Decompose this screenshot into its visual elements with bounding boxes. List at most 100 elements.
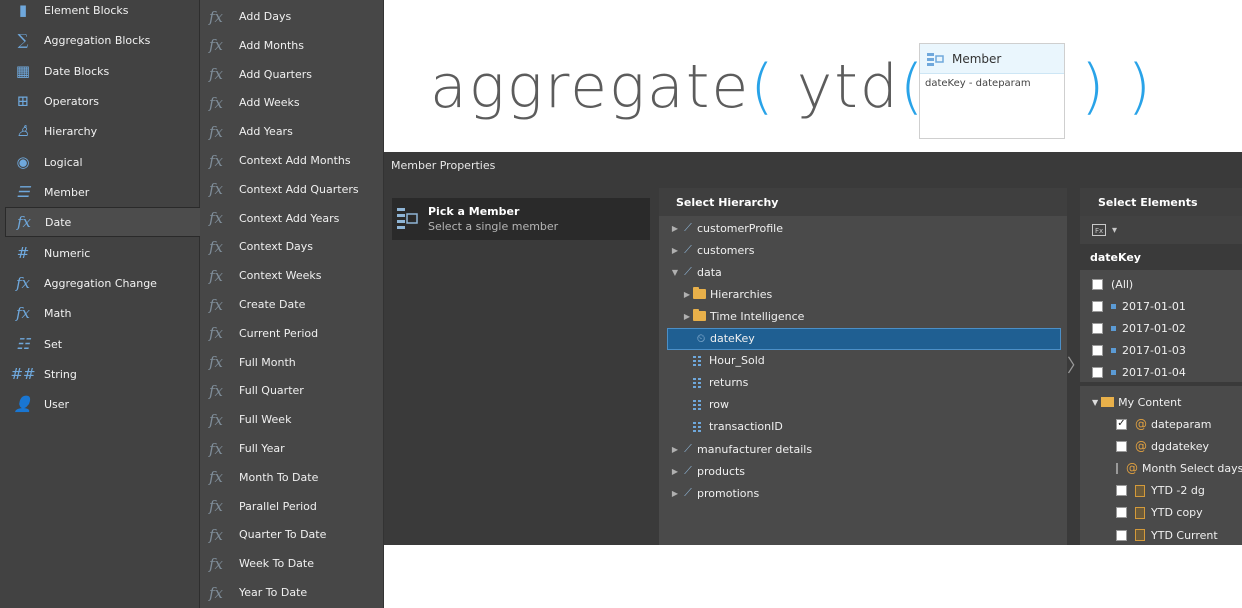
function-item-create-date[interactable]: fx Create Date	[200, 290, 384, 319]
category-item-string[interactable]: ## String	[0, 359, 200, 389]
element-item[interactable]: ✓ @ dateparam	[1080, 413, 1242, 435]
tree-node-datekey[interactable]: ⏲ dateKey	[667, 327, 1061, 350]
tree-node-transactionid[interactable]: transactionID	[659, 416, 1061, 438]
function-label: Create Date	[239, 298, 306, 311]
tree-node-customers[interactable]: ▶ ⟋ customers	[659, 239, 1061, 261]
category-label: Aggregation Change	[44, 276, 157, 290]
category-item-numeric[interactable]: # Numeric	[0, 238, 200, 268]
function-item-context-add-months[interactable]: fx Context Add Months	[200, 146, 384, 175]
element-checkbox[interactable]	[1116, 485, 1127, 497]
expand-right-icon[interactable]: ▶	[669, 224, 681, 233]
function-item-context-weeks[interactable]: fx Context Weeks	[200, 261, 384, 290]
numeric-icon: #	[16, 244, 30, 262]
tree-node-products[interactable]: ▶ ⟋ products	[659, 460, 1061, 482]
tree-node-hour-sold[interactable]: Hour_Sold	[659, 350, 1061, 372]
function-item-month-to-date[interactable]: fx Month To Date	[200, 463, 384, 492]
category-item-date-blocks[interactable]: ▦ Date Blocks	[0, 56, 200, 86]
element-item[interactable]: 2017-01-04	[1080, 361, 1242, 383]
element-checkbox[interactable]: ✓	[1116, 418, 1127, 430]
expand-down-icon[interactable]: ▼	[669, 268, 681, 277]
pick-member-option[interactable]: Pick a Member Select a single member	[392, 198, 650, 240]
function-item-full-year[interactable]: fx Full Year	[200, 434, 384, 463]
expand-right-icon[interactable]: ▶	[681, 312, 693, 321]
element-checkbox[interactable]	[1092, 322, 1103, 334]
tree-node-manufacturer-details[interactable]: ▶ ⟋ manufacturer details	[659, 438, 1061, 460]
category-item-element-blocks[interactable]: ▮ Element Blocks	[0, 0, 200, 25]
expression-icon[interactable]: Fx	[1092, 224, 1106, 236]
element-checkbox[interactable]	[1116, 440, 1127, 452]
element-checkbox[interactable]	[1092, 344, 1103, 356]
function-item-full-quarter[interactable]: fx Full Quarter	[200, 376, 384, 405]
element-item[interactable]: YTD -2 dg	[1080, 480, 1242, 502]
element-item[interactable]: 2017-01-01	[1080, 295, 1242, 317]
expand-right-icon[interactable]: ▶	[669, 445, 681, 454]
element-item[interactable]: (All)	[1080, 273, 1242, 295]
element-item[interactable]: 2017-01-03	[1080, 339, 1242, 361]
element-checkbox[interactable]	[1116, 529, 1127, 541]
category-item-date[interactable]: fx Date	[5, 207, 201, 237]
tree-node-returns[interactable]: returns	[659, 372, 1061, 394]
category-item-operators[interactable]: ⊞ Operators	[0, 86, 200, 116]
expand-down-icon[interactable]: ▼	[1092, 398, 1098, 407]
category-item-set[interactable]: ☷ Set	[0, 329, 200, 359]
close-paren: )	[1127, 52, 1153, 122]
formula-function-aggregate[interactable]: aggregate	[430, 52, 750, 122]
category-label: Numeric	[44, 246, 91, 260]
function-item-context-add-quarters[interactable]: fx Context Add Quarters	[200, 175, 384, 204]
member-marker-icon	[1111, 347, 1116, 353]
element-item[interactable]: @ dgdatekey	[1080, 435, 1242, 457]
member-slot[interactable]: Member dateKey - dateparam	[919, 43, 1065, 139]
expand-right-icon[interactable]: ▶	[669, 467, 681, 476]
tree-node-promotions[interactable]: ▶ ⟋ promotions	[659, 482, 1061, 504]
element-checkbox[interactable]	[1116, 462, 1118, 474]
category-item-aggregation-change[interactable]: fx Aggregation Change	[0, 268, 200, 298]
tree-node-label: transactionID	[709, 420, 783, 434]
category-item-member[interactable]: ☰ Member	[0, 177, 200, 207]
function-item-full-week[interactable]: fx Full Week	[200, 405, 384, 434]
tree-node-data[interactable]: ▼ ⟋ data	[659, 261, 1061, 283]
element-item[interactable]: YTD Current	[1080, 524, 1242, 545]
function-item-add-days[interactable]: fx Add Days	[200, 2, 384, 31]
function-item-week-to-date[interactable]: fx Week To Date	[200, 549, 384, 578]
expand-right-icon[interactable]: ▶	[669, 246, 681, 255]
expand-right-icon[interactable]: ▶	[669, 489, 681, 498]
category-item-user[interactable]: 👤 User	[0, 389, 200, 419]
function-item-current-period[interactable]: fx Current Period	[200, 319, 384, 348]
element-item[interactable]: 2017-01-02	[1080, 317, 1242, 339]
function-item-add-years[interactable]: fx Add Years	[200, 117, 384, 146]
element-item[interactable]: @ Month Select days	[1080, 457, 1242, 479]
category-item-aggregation-blocks[interactable]: ∑ Aggregation Blocks	[0, 25, 200, 55]
category-item-hierarchy[interactable]: ♙ Hierarchy	[0, 116, 200, 146]
tree-node-customerprofile[interactable]: ▶ ⟋ customerProfile	[659, 217, 1061, 239]
element-checkbox[interactable]	[1092, 300, 1103, 312]
dimension-icon: ⟋	[684, 442, 692, 455]
formula-function-ytd[interactable]: ytd	[797, 52, 900, 122]
function-item-add-months[interactable]: fx Add Months	[200, 31, 384, 60]
function-item-parallel-period[interactable]: fx Parallel Period	[200, 492, 384, 521]
function-label: Context Add Years	[239, 211, 340, 225]
function-item-context-days[interactable]: fx Context Days	[200, 232, 384, 261]
tree-node-hierarchies[interactable]: ▶ Hierarchies	[659, 283, 1061, 305]
calendar-icon: ▦	[15, 62, 31, 80]
function-item-year-to-date[interactable]: fx Year To Date	[200, 578, 384, 607]
dropdown-arrow-icon[interactable]: ▾	[1112, 225, 1117, 236]
expand-right-icon[interactable]: ▶	[681, 290, 693, 299]
fx-icon: fx	[209, 410, 224, 429]
my-content-folder[interactable]: ▼ My Content	[1080, 391, 1242, 413]
element-checkbox[interactable]	[1092, 366, 1103, 378]
fx-icon: fx	[209, 237, 224, 256]
tree-node-row[interactable]: row	[659, 394, 1061, 416]
tree-node-time-intelligence[interactable]: ▶ Time Intelligence	[659, 305, 1061, 327]
category-item-logical[interactable]: ◉ Logical	[0, 147, 200, 177]
function-item-full-month[interactable]: fx Full Month	[200, 348, 384, 377]
function-item-context-add-years[interactable]: fx Context Add Years	[200, 204, 384, 233]
function-item-quarter-to-date[interactable]: fx Quarter To Date	[200, 520, 384, 549]
function-item-add-quarters[interactable]: fx Add Quarters	[200, 60, 384, 89]
chevron-right-icon[interactable]: 〉	[1067, 352, 1085, 378]
element-checkbox[interactable]	[1116, 507, 1127, 519]
element-item[interactable]: YTD copy	[1080, 502, 1242, 524]
element-label: YTD copy	[1151, 506, 1203, 520]
category-item-math[interactable]: fx Math	[0, 298, 200, 328]
element-checkbox[interactable]	[1092, 278, 1103, 290]
function-item-add-weeks[interactable]: fx Add Weeks	[200, 88, 384, 117]
